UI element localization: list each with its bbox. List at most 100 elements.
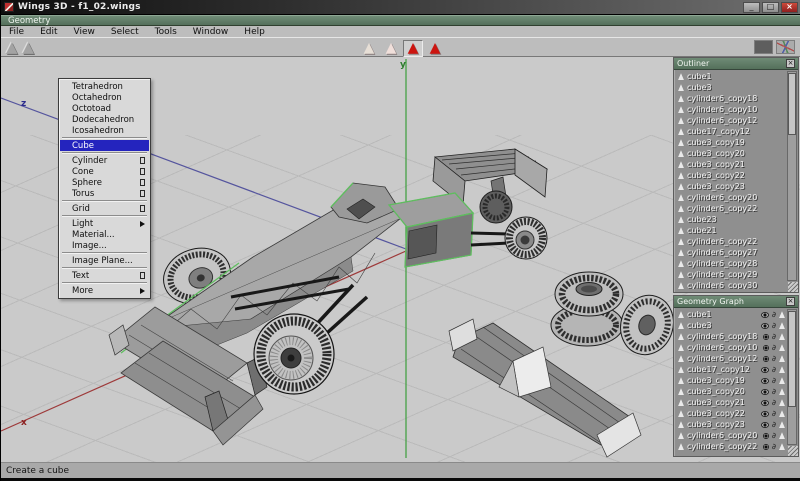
geometry-graph-resize-handle[interactable] [788,446,798,456]
geometry-window-header[interactable]: Geometry [1,15,800,26]
menubar-item-edit[interactable]: Edit [40,27,57,37]
wireframe-toggle-icon[interactable] [779,333,785,340]
outliner-item[interactable]: cube21 [675,225,785,236]
visibility-eye-icon[interactable] [763,444,769,450]
minimize-button[interactable]: _ [743,2,760,13]
lock-icon[interactable]: ∂ [772,355,776,362]
visibility-eye-icon[interactable] [763,356,769,362]
outliner-item[interactable]: cube3_copy22 [675,170,785,181]
context-menu-item-grid[interactable]: Grid [60,203,149,214]
context-menu-item-octahedron[interactable]: Octahedron [60,92,149,103]
geometry-graph-close-icon[interactable]: × [786,297,795,306]
wireframe-toggle-icon[interactable] [779,311,785,318]
visibility-eye-icon[interactable] [761,312,769,318]
option-box-icon[interactable] [140,190,145,197]
wireframe-toggle-icon[interactable] [779,410,785,417]
tire-stack-object[interactable] [551,272,623,346]
geometry-graph-item[interactable]: cylinder6_copy12∂ [675,353,785,364]
context-menu-item-image[interactable]: Image... [60,240,149,251]
wireframe-toggle-icon[interactable] [779,388,785,395]
option-box-icon[interactable] [140,157,145,164]
selection-mode-face-button[interactable]: ▲ [403,40,423,57]
lock-icon[interactable]: ∂ [772,443,776,450]
geometry-graph-item[interactable]: cylinder6_copy22∂ [675,441,785,452]
outliner-item[interactable]: cube3_copy20 [675,148,785,159]
outliner-item[interactable]: cylinder6_copy29 [675,269,785,280]
visibility-eye-icon[interactable] [761,400,769,406]
geometry-graph-item[interactable]: cube3_copy20∂ [675,386,785,397]
wireframe-toggle-icon[interactable] [779,399,785,406]
lock-icon[interactable]: ∂ [772,421,776,428]
outliner-item[interactable]: cube3_copy23 [675,181,785,192]
rear-wheel-far-object[interactable] [480,191,512,223]
outliner-item[interactable]: cylinder6_copy27 [675,247,785,258]
geometry-graph-item[interactable]: cube3_copy22∂ [675,408,785,419]
lock-icon[interactable]: ∂ [772,388,776,395]
lock-icon[interactable]: ∂ [772,366,776,373]
visibility-eye-icon[interactable] [761,411,769,417]
lock-icon[interactable]: ∂ [772,399,776,406]
wireframe-toggle-icon[interactable] [779,366,785,373]
outliner-item[interactable]: cylinder6_copy28 [675,258,785,269]
wireframe-toggle-icon[interactable] [779,322,785,329]
wireframe-toggle-icon[interactable] [779,355,785,362]
visibility-eye-icon[interactable] [761,378,769,384]
context-menu-item-image-plane[interactable]: Image Plane... [60,255,149,266]
geometry-graph-item[interactable]: cube3∂ [675,320,785,331]
outliner-item[interactable]: cylinder6_copy20 [675,192,785,203]
outliner-item[interactable]: cube3_copy21 [675,159,785,170]
outliner-item[interactable]: cylinder6_copy22 [675,203,785,214]
selection-mode-vertex-button[interactable]: ▲ [359,40,379,57]
context-menu-item-cube[interactable]: Cube [60,140,149,151]
option-box-icon[interactable] [140,179,145,186]
outliner-scrollbar[interactable] [787,71,797,281]
redo-icon[interactable]: ▲ [23,40,35,54]
undo-icon[interactable]: ▲ [6,40,18,54]
outliner-item[interactable]: cylinder6_copy12 [675,115,785,126]
option-box-icon[interactable] [140,272,145,279]
visibility-eye-icon[interactable] [761,422,769,428]
outliner-item[interactable]: cube23 [675,214,785,225]
context-menu-item-sphere[interactable]: Sphere [60,177,149,188]
outliner-resize-handle[interactable] [788,282,798,292]
menubar-item-help[interactable]: Help [244,27,265,37]
visibility-eye-icon[interactable] [763,433,769,439]
outliner-item[interactable]: cube3_copy19 [675,137,785,148]
wireframe-toggle-icon[interactable] [779,377,785,384]
axes-toggle[interactable] [776,40,795,54]
outliner-close-icon[interactable]: × [786,59,795,68]
geometry-graph-scroll-thumb[interactable] [788,311,796,407]
geometry-graph-header[interactable]: Geometry Graph × [674,296,798,308]
outliner-item[interactable]: cube1 [675,71,785,82]
lock-icon[interactable]: ∂ [772,432,776,439]
outliner-item[interactable]: cylinder6_copy30 [675,280,785,289]
lock-icon[interactable]: ∂ [772,410,776,417]
menubar-item-select[interactable]: Select [111,27,139,37]
menubar-item-window[interactable]: Window [193,27,229,37]
close-button[interactable]: × [781,2,798,13]
context-menu-item-cylinder[interactable]: Cylinder [60,155,149,166]
outliner-item[interactable]: cube17_copy12 [675,126,785,137]
menubar-item-view[interactable]: View [74,27,95,37]
geometry-graph-item[interactable]: cube1∂ [675,309,785,320]
context-menu-item-more[interactable]: More [60,285,149,296]
geometry-graph-item[interactable]: cube17_copy12∂ [675,364,785,375]
visibility-eye-icon[interactable] [761,389,769,395]
geometry-graph-item[interactable]: cylinder6_copy20∂ [675,430,785,441]
context-menu-item-material[interactable]: Material... [60,229,149,240]
visibility-eye-icon[interactable] [761,367,769,373]
context-menu-item-tetrahedron[interactable]: Tetrahedron [60,81,149,92]
context-menu-item-cone[interactable]: Cone [60,166,149,177]
option-box-icon[interactable] [140,168,145,175]
geometry-graph-item[interactable]: cube3_copy23∂ [675,419,785,430]
geometry-graph-item[interactable]: cube3_copy21∂ [675,397,785,408]
outliner-item[interactable]: cylinder6_copy18 [675,93,785,104]
context-menu-item-icosahedron[interactable]: Icosahedron [60,125,149,136]
geometry-graph-item[interactable]: cylinder6_copy10∂ [675,342,785,353]
context-menu-item-dodecahedron[interactable]: Dodecahedron [60,114,149,125]
ground-plane-toggle[interactable] [754,40,773,54]
menubar-item-tools[interactable]: Tools [155,27,177,37]
geometry-graph-scrollbar[interactable] [787,309,797,445]
outliner-item[interactable]: cylinder6_copy22 [675,236,785,247]
context-menu-item-torus[interactable]: Torus [60,188,149,199]
